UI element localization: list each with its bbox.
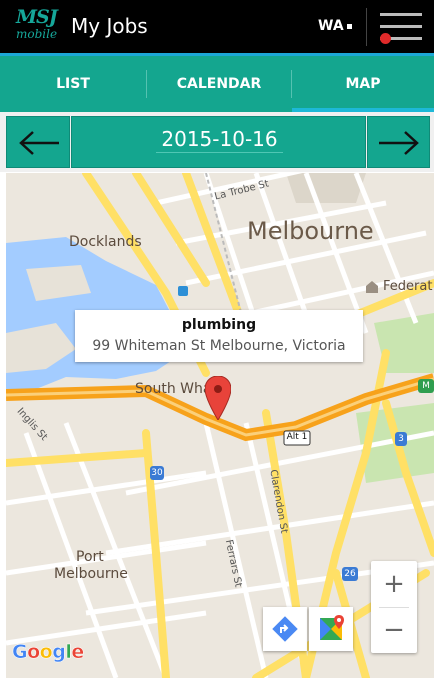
- view-tabs: LIST CALENDAR MAP: [0, 56, 434, 112]
- google-maps-icon: [320, 615, 344, 640]
- map-label-south-wharf: South Wha: [135, 381, 212, 397]
- route-alt1-label: Alt 1: [286, 432, 308, 442]
- zoom-in-button[interactable]: +: [371, 561, 417, 607]
- job-title: plumbing: [181, 317, 257, 333]
- date-navigation-bar: 2015-10-16: [0, 112, 434, 172]
- date-display: 2015-10-16: [71, 116, 366, 168]
- open-in-maps-button[interactable]: [309, 607, 353, 651]
- state-selector-label: WA: [318, 18, 344, 34]
- header-divider: [366, 8, 367, 46]
- directions-button[interactable]: [263, 607, 307, 651]
- map-label-docklands: Docklands: [69, 234, 142, 250]
- next-date-button[interactable]: [367, 116, 430, 168]
- zoom-out-button[interactable]: −: [371, 607, 417, 653]
- tab-map[interactable]: MAP: [292, 56, 434, 112]
- marker-info-window[interactable]: plumbing 99 Whiteman St Melbourne, Victo…: [75, 310, 363, 362]
- logo-text-bottom: mobile: [16, 27, 58, 41]
- hamburger-menu-icon[interactable]: [380, 10, 422, 44]
- page-title: My Jobs: [71, 14, 148, 38]
- directions-icon: [272, 616, 298, 642]
- arrow-left-icon: [19, 131, 59, 155]
- route-3-label: 3: [398, 434, 404, 444]
- app-header: MSJ mobile My Jobs WA: [0, 0, 434, 53]
- zoom-controls: + −: [371, 561, 417, 653]
- google-logo: Google: [12, 641, 85, 664]
- map-label-melbourne: Melbourne: [247, 217, 374, 245]
- job-location-marker-icon[interactable]: [204, 375, 232, 424]
- previous-date-button[interactable]: [6, 116, 70, 168]
- map-label-port: Port: [76, 549, 104, 565]
- state-selector[interactable]: WA: [318, 18, 352, 34]
- tab-calendar[interactable]: CALENDAR: [147, 56, 291, 112]
- date-field[interactable]: 2015-10-16: [156, 125, 283, 153]
- dropdown-indicator-icon: [346, 23, 352, 29]
- tab-list[interactable]: LIST: [0, 56, 146, 112]
- notification-dot-icon: [380, 33, 391, 44]
- map-label-port-melbourne: Melbourne: [54, 566, 128, 582]
- route-30-label: 30: [151, 468, 163, 478]
- map-view[interactable]: Melbourne Docklands South Wha Port Melbo…: [6, 173, 434, 678]
- msj-mobile-logo: MSJ mobile: [16, 6, 58, 45]
- arrow-right-icon: [379, 131, 419, 155]
- route-m-label: M: [422, 381, 430, 391]
- logo-text-top: MSJ: [16, 6, 58, 28]
- route-26-label: 26: [344, 569, 356, 579]
- app-screen: MSJ mobile My Jobs WA LIST CALENDAR MAP …: [0, 0, 434, 678]
- map-label-federation: Federat: [383, 279, 433, 294]
- job-address: 99 Whiteman St Melbourne, Victoria: [92, 338, 346, 354]
